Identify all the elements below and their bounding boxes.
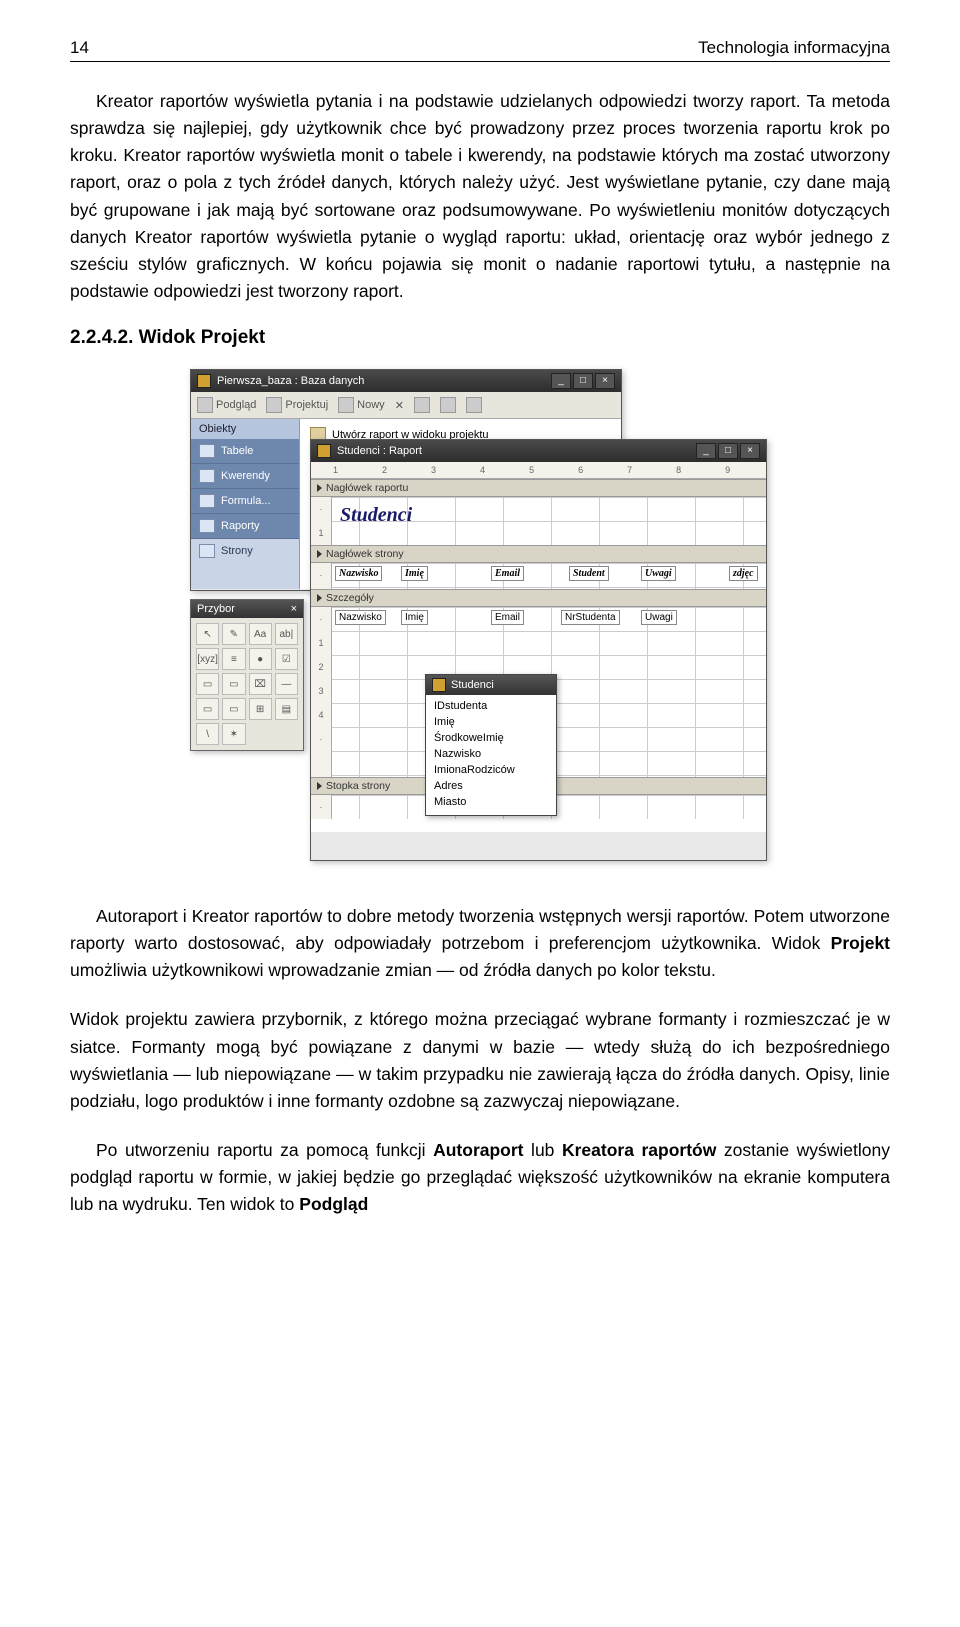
view-icon [440,397,456,413]
popup-titlebar[interactable]: Studenci [426,675,556,695]
maximize-button[interactable]: □ [718,443,738,459]
detail-field[interactable]: Uwagi [641,610,677,625]
page-icon [199,544,215,558]
list-item[interactable]: Nazwisko [434,747,548,763]
toolbar-delete[interactable]: ✕ [395,399,404,412]
sidebar-header: Obiekty [191,419,299,439]
section-page-header[interactable]: Nagłówek strony [311,545,766,563]
tool-select[interactable]: ↖ [196,623,219,645]
table-icon [432,678,446,692]
sidebar-item-forms[interactable]: Formula... [191,489,299,514]
running-title: Technologia informacyjna [698,38,890,58]
view-icon [414,397,430,413]
sidebar-item-tables[interactable]: Tabele [191,439,299,464]
paragraph-4: Po utworzeniu raportu za pomocą funkcji … [70,1137,890,1218]
field-list-popup[interactable]: Studenci IDstudenta Imię ŚrodkoweImię Na… [425,674,557,816]
paragraph-3: Widok projektu zawiera przybornik, z któ… [70,1006,890,1115]
paragraph-1: Kreator raportów wyświetla pytania i na … [70,88,890,305]
tool-option[interactable]: ● [249,648,272,670]
tool-toggle[interactable]: ≡ [222,648,245,670]
popup-field-list: IDstudenta Imię ŚrodkoweImię Nazwisko Im… [426,695,556,815]
toolbar-view2[interactable] [440,397,456,413]
report-icon [199,519,215,533]
list-item[interactable]: Miasto [434,795,548,811]
tool-more1[interactable]: \ [196,723,219,745]
document-page: 14 Technologia informacyjna Kreator rapo… [0,0,960,1290]
list-item[interactable]: Imię [434,715,548,731]
col-header[interactable]: Student [569,566,609,581]
tool-tab[interactable]: ⊞ [249,698,272,720]
sidebar-item-pages[interactable]: Strony [191,539,299,563]
detail-field[interactable]: Email [491,610,524,625]
tool-more2[interactable]: ✶ [222,723,245,745]
col-header[interactable]: zdjęc [729,566,758,581]
detail-field[interactable]: NrStudenta [561,610,620,625]
tool-label[interactable]: Aa [249,623,272,645]
col-header[interactable]: Email [491,566,524,581]
list-item[interactable]: Adres [434,779,548,795]
toolbar-view3[interactable] [466,397,482,413]
list-item[interactable]: ImionaRodziców [434,763,548,779]
horizontal-ruler: 1 2 3 4 5 6 7 8 9 [311,462,766,479]
tool-textbox[interactable]: ab| [275,623,298,645]
report-icon [317,444,331,458]
sidebar-item-reports[interactable]: Raporty [191,514,299,539]
app-icon [197,374,211,388]
toolbox-window[interactable]: Przybor × ↖ ✎ Aa ab| [xyz] ≡ ● ☑ ▭ ▭ ⌧ —… [190,599,304,751]
tool-checkbox[interactable]: ☑ [275,648,298,670]
report-title-text: Studenci : Raport [337,445,422,457]
heading-widok-projekt: 2.2.4.2. Widok Projekt [70,327,890,349]
section-report-header[interactable]: Nagłówek raportu [311,479,766,497]
view-icon [466,397,482,413]
table-icon [199,444,215,458]
form-icon [199,494,215,508]
query-icon [199,469,215,483]
minimize-button[interactable]: _ [696,443,716,459]
toolbar-view1[interactable] [414,397,430,413]
tool-subform[interactable]: ▭ [222,698,245,720]
toolbox-titlebar[interactable]: Przybor × [191,600,303,618]
preview-icon [197,397,213,413]
close-button[interactable]: × [740,443,760,459]
tool-wizard[interactable]: ✎ [222,623,245,645]
tool-chart[interactable]: ▤ [275,698,298,720]
detail-field[interactable]: Imię [401,610,428,625]
db-titlebar[interactable]: Pierwsza_baza : Baza danych _ □ × [191,370,621,392]
maximize-button[interactable]: □ [573,373,593,389]
tool-group[interactable]: [xyz] [196,648,219,670]
detail-field[interactable]: Nazwisko [335,610,386,625]
close-icon[interactable]: × [291,603,297,615]
toolbar-design[interactable]: Projektuj [266,397,328,413]
new-icon [338,397,354,413]
db-sidebar: Obiekty Tabele Kwerendy Formula... Rapor… [191,419,300,589]
col-header[interactable]: Imię [401,566,428,581]
report-titlebar[interactable]: Studenci : Raport _ □ × [311,440,766,462]
list-item[interactable]: IDstudenta [434,699,548,715]
tool-combo[interactable]: ▭ [196,673,219,695]
toolbox-grid: ↖ ✎ Aa ab| [xyz] ≡ ● ☑ ▭ ▭ ⌧ — ▭ ▭ ⊞ ▤ \ [191,618,303,750]
db-toolbar: Podgląd Projektuj Nowy ✕ [191,392,621,419]
design-icon [266,397,282,413]
screenshot-figure: Pierwsza_baza : Baza danych _ □ × Podglą… [70,369,890,869]
tool-rect[interactable]: ▭ [196,698,219,720]
db-title-text: Pierwsza_baza : Baza danych [217,375,364,387]
report-title-label[interactable]: Studenci [337,503,415,528]
col-header[interactable]: Uwagi [641,566,676,581]
paragraph-2: Autoraport i Kreator raportów to dobre m… [70,903,890,984]
close-button[interactable]: × [595,373,615,389]
toolbar-preview[interactable]: Podgląd [197,397,256,413]
page-number: 14 [70,38,89,58]
list-item[interactable]: ŚrodkoweImię [434,731,548,747]
tool-list[interactable]: ▭ [222,673,245,695]
minimize-button[interactable]: _ [551,373,571,389]
tool-line[interactable]: — [275,673,298,695]
sidebar-item-queries[interactable]: Kwerendy [191,464,299,489]
section-detail[interactable]: Szczegóły [311,589,766,607]
tool-image[interactable]: ⌧ [249,673,272,695]
col-header[interactable]: Nazwisko [335,566,382,581]
running-header: 14 Technologia informacyjna [70,38,890,62]
toolbar-new[interactable]: Nowy [338,397,385,413]
